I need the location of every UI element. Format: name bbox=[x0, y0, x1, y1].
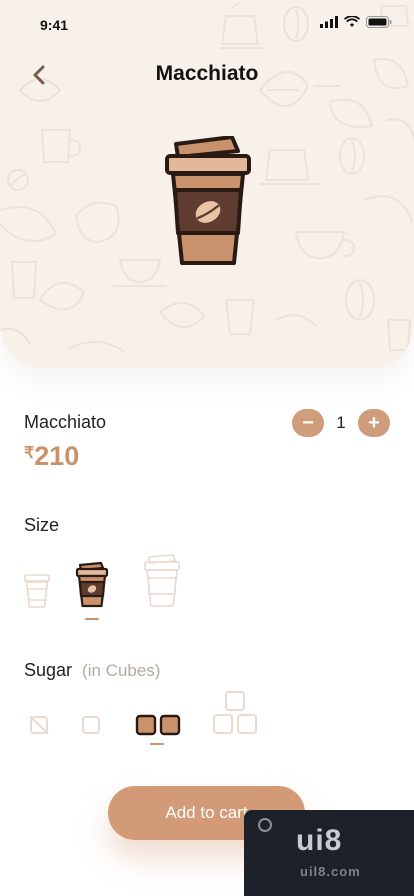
quantity-decrease-button[interactable]: − bbox=[292, 409, 324, 437]
page-title: Macchiato bbox=[155, 62, 259, 85]
sugar-hint: (in Cubes) bbox=[82, 661, 161, 680]
watermark-text: ui8 bbox=[296, 824, 343, 857]
sugar-option-three[interactable] bbox=[212, 690, 258, 736]
sugar-option-two[interactable] bbox=[135, 714, 181, 736]
quantity-value: 1 bbox=[336, 413, 346, 432]
quantity-stepper: − 1 + bbox=[292, 409, 390, 437]
battery-icon bbox=[366, 16, 392, 28]
product-price: ₹210 bbox=[24, 441, 79, 472]
watermark-ring-icon bbox=[258, 818, 272, 832]
signal-icon bbox=[320, 16, 338, 28]
watermark-sub: uil8.com bbox=[300, 864, 361, 879]
sugar-label: Sugar (in Cubes) bbox=[24, 660, 160, 681]
quantity-increase-button[interactable]: + bbox=[358, 409, 390, 437]
status-time: 9:41 bbox=[40, 17, 69, 33]
size-option-large[interactable] bbox=[143, 554, 181, 608]
size-selected-indicator bbox=[85, 618, 99, 620]
coffee-cup-icon bbox=[165, 136, 251, 265]
size-option-medium[interactable] bbox=[75, 562, 109, 608]
hero-banner: 9:41 Macchiato bbox=[0, 0, 414, 368]
price-currency: ₹ bbox=[24, 445, 35, 462]
sugar-selected-indicator bbox=[150, 743, 164, 745]
wifi-icon bbox=[344, 16, 360, 27]
size-option-small[interactable] bbox=[24, 574, 50, 608]
price-amount: 210 bbox=[34, 441, 80, 471]
product-name: Macchiato bbox=[24, 412, 107, 432]
status-bar: 9:41 bbox=[0, 0, 414, 48]
sugar-cube-icon bbox=[135, 714, 181, 736]
size-label: Size bbox=[24, 515, 60, 535]
sugar-title: Sugar bbox=[24, 660, 73, 680]
sugar-option-one[interactable] bbox=[81, 715, 101, 735]
watermark-badge: ui8 uil8.com bbox=[244, 810, 414, 896]
sugar-option-none[interactable] bbox=[29, 715, 49, 735]
